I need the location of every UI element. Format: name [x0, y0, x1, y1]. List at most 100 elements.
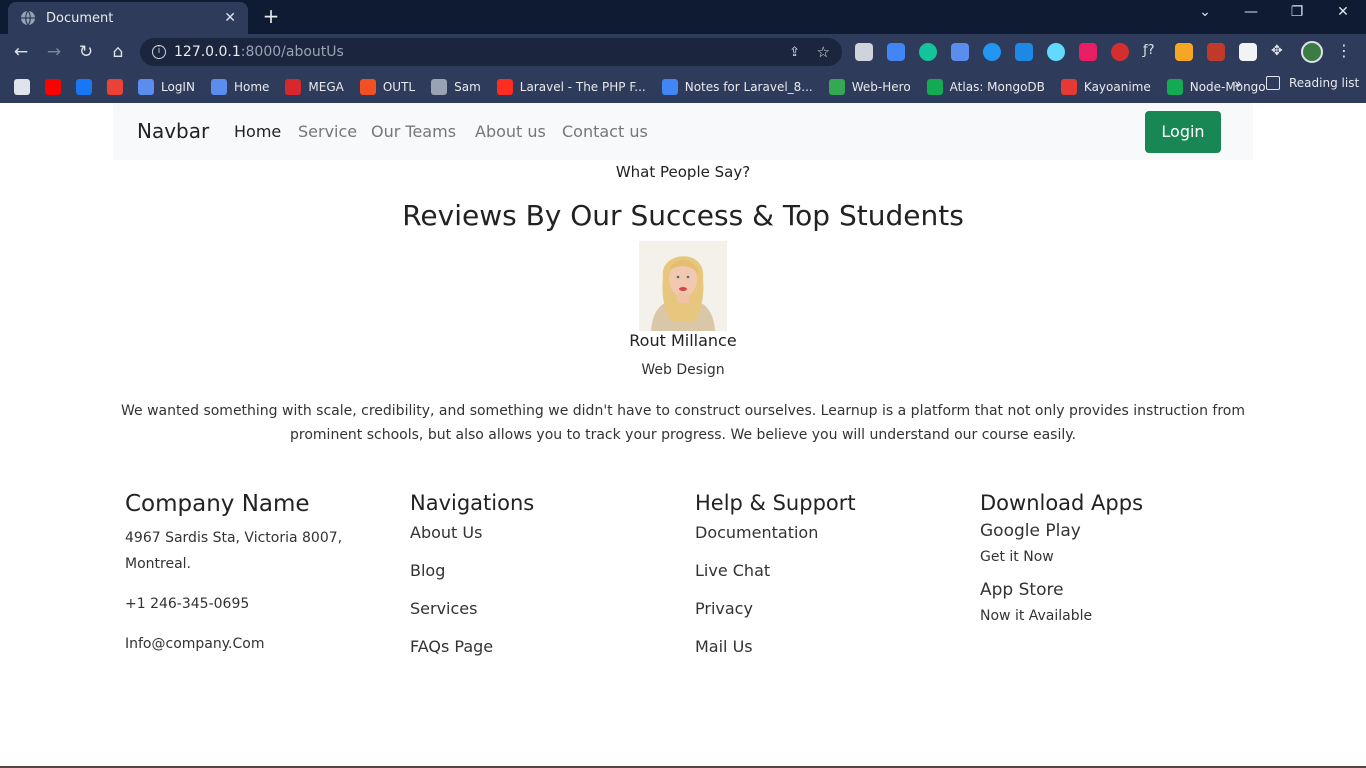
bookmark-item[interactable]: Laravel - The PHP F...	[496, 78, 646, 95]
bookmark-favicon-icon	[431, 78, 448, 95]
reviewer-role: Web Design	[641, 362, 725, 378]
footer-link-documentation[interactable]: Documentation	[695, 523, 965, 542]
bookmark-label: Home	[233, 79, 270, 94]
app-store-subtitle: Now it Available	[980, 608, 1093, 624]
bookmark-item[interactable]: Atlas: MongoDB	[926, 78, 1045, 95]
formula-extension-icon[interactable]: ƒ?	[1143, 43, 1161, 61]
page-content: Navbar Home Service Our Teams About us C…	[0, 103, 1366, 768]
home-icon[interactable]: ⌂	[107, 41, 129, 63]
footer-navigations: Navigations About Us Blog Services FAQs …	[410, 491, 680, 656]
tab-close-icon[interactable]: ✕	[224, 10, 236, 26]
globe-icon	[21, 10, 35, 26]
bookmark-item[interactable]	[76, 78, 99, 95]
vpn-extension-icon[interactable]	[983, 43, 1001, 61]
bookmark-item[interactable]	[45, 78, 68, 95]
nav-service[interactable]: Service	[298, 122, 357, 141]
window-close-icon[interactable]: ✕	[1328, 4, 1358, 20]
bookmark-star-icon[interactable]: ☆	[817, 43, 830, 61]
google-play-title[interactable]: Google Play	[980, 521, 1250, 541]
ruler-extension-icon[interactable]	[1175, 43, 1193, 61]
menu-kebab-icon[interactable]: ⋮	[1336, 41, 1352, 60]
bookmark-item[interactable]	[14, 78, 37, 95]
bookmark-label: Notes for Laravel_8...	[684, 79, 813, 94]
footer-link-live-chat[interactable]: Live Chat	[695, 561, 965, 580]
bookmark-favicon-icon	[76, 78, 92, 95]
download-extension-icon[interactable]	[1015, 43, 1033, 61]
bookmark-favicon-icon	[496, 78, 513, 95]
translate-extension-icon[interactable]	[887, 43, 905, 61]
react-devtools-icon[interactable]	[1047, 43, 1065, 61]
link-extension-icon[interactable]	[951, 43, 969, 61]
bookmark-item[interactable]: Sam	[431, 78, 481, 95]
footer-company: Company Name 4967 Sardis Sta, Victoria 8…	[125, 491, 395, 657]
tab-document[interactable]: Document ✕	[8, 2, 248, 34]
back-icon[interactable]: ←	[10, 41, 32, 63]
footer-apps: Download Apps Google Play Get it Now App…	[980, 491, 1250, 629]
footer-link-mail-us[interactable]: Mail Us	[695, 637, 965, 656]
reload-icon[interactable]: ↻	[75, 41, 97, 63]
reading-list-button[interactable]: Reading list	[1266, 76, 1359, 90]
browser-toolbar: ← → ↻ ⌂ i 127.0.0.1:8000/aboutUs ⇪ ☆ ƒ? …	[0, 34, 1366, 70]
minimize-icon[interactable]: —	[1236, 4, 1266, 20]
window-extension-icon[interactable]	[1239, 43, 1257, 61]
bookmark-item[interactable]	[107, 78, 130, 95]
bookmark-label: Sam	[454, 79, 481, 94]
new-tab-button[interactable]: +	[260, 5, 282, 27]
footer-link-privacy[interactable]: Privacy	[695, 599, 965, 618]
puzzle-icon[interactable]: ✥	[1271, 43, 1289, 61]
bookmark-label: Kayoanime	[1083, 79, 1151, 94]
navigations-heading: Navigations	[410, 491, 535, 515]
blocker-extension-icon[interactable]	[1111, 43, 1129, 61]
bookmark-label: OUTL	[382, 79, 416, 94]
grammarly-extension-icon[interactable]	[919, 43, 937, 61]
company-heading: Company Name	[125, 491, 310, 517]
nav-about-us[interactable]: About us	[475, 122, 546, 141]
bookmark-favicon-icon	[210, 78, 227, 95]
nav-home[interactable]: Home	[234, 122, 281, 141]
bookmark-item[interactable]: Kayoanime	[1060, 78, 1151, 95]
section-heading: Reviews By Our Success & Top Students	[402, 199, 964, 232]
nav-contact-us[interactable]: Contact us	[562, 122, 648, 141]
site-info-icon[interactable]: i	[152, 45, 166, 59]
bookmark-item[interactable]: Notes for Laravel_8...	[661, 78, 813, 95]
company-address: 4967 Sardis Sta, Victoria 8007, Montreal…	[125, 530, 343, 572]
share-icon[interactable]: ⇪	[789, 45, 800, 60]
camera-extension-icon[interactable]	[855, 43, 873, 61]
bookmark-label: MEGA	[308, 79, 344, 94]
bookmark-item[interactable]: Node-Mongo	[1166, 78, 1266, 95]
app-store-title[interactable]: App Store	[980, 580, 1250, 600]
bookmark-favicon-icon	[926, 78, 943, 95]
bookmark-item[interactable]: OUTL	[359, 78, 416, 95]
site-navbar: Navbar Home Service Our Teams About us C…	[113, 103, 1253, 160]
section-kicker: What People Say?	[615, 163, 751, 181]
stats-extension-icon[interactable]	[1079, 43, 1097, 61]
profile-avatar[interactable]	[1301, 41, 1323, 63]
reading-list-icon	[1266, 76, 1280, 90]
restore-icon[interactable]: ❐	[1282, 4, 1312, 20]
footer-link-faqs[interactable]: FAQs Page	[410, 637, 680, 656]
address-bar[interactable]: i 127.0.0.1:8000/aboutUs ⇪ ☆	[140, 38, 842, 66]
bookmark-favicon-icon	[1166, 78, 1183, 95]
bookmarks-more-icon[interactable]: »	[1234, 77, 1242, 92]
reading-list-label: Reading list	[1289, 76, 1360, 90]
bookmark-item[interactable]: Home	[210, 78, 270, 95]
footer-link-about-us[interactable]: About Us	[410, 523, 680, 542]
login-button[interactable]: Login	[1145, 111, 1221, 153]
browser-chrome: Document ✕ + ⌄ — ❐ ✕ ← → ↻ ⌂ i 127.0.0.1…	[0, 0, 1366, 103]
bookmark-item[interactable]: LogIN	[138, 78, 195, 95]
navbar-brand[interactable]: Navbar	[137, 119, 209, 143]
bookmark-label: Atlas: MongoDB	[949, 79, 1045, 94]
footer-link-services[interactable]: Services	[410, 599, 680, 618]
reviewer-name: Rout Millance	[629, 331, 737, 350]
bookmark-favicon-icon	[14, 78, 30, 95]
pen-extension-icon[interactable]	[1207, 43, 1225, 61]
bookmark-item[interactable]: MEGA	[285, 78, 344, 95]
bookmark-item[interactable]: Web-Hero	[828, 78, 911, 95]
forward-icon[interactable]: →	[43, 41, 65, 63]
bookmark-favicon-icon	[138, 78, 154, 95]
bookmark-label: LogIN	[161, 79, 195, 94]
nav-our-teams[interactable]: Our Teams	[371, 122, 456, 141]
tab-search-icon[interactable]: ⌄	[1190, 4, 1220, 20]
bookmark-label: Node-Mongo	[1189, 79, 1266, 94]
footer-link-blog[interactable]: Blog	[410, 561, 680, 580]
